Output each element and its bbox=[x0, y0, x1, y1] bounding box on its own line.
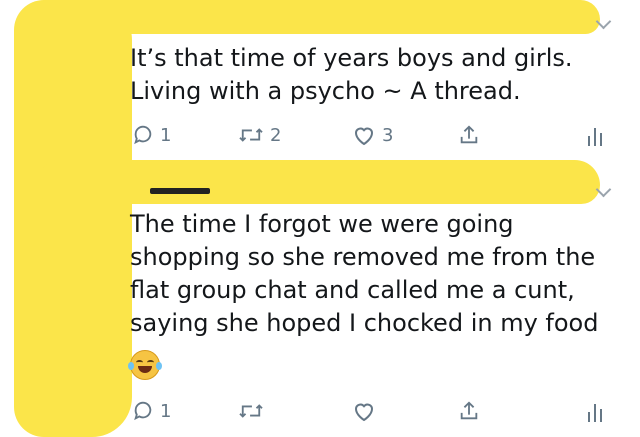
retweet-button[interactable]: 2 bbox=[238, 124, 281, 146]
analytics-button[interactable] bbox=[586, 400, 604, 424]
retweet-button[interactable] bbox=[238, 400, 270, 422]
reply-count: 1 bbox=[160, 400, 172, 422]
reply-icon bbox=[134, 401, 152, 421]
retweet-count: 2 bbox=[270, 124, 282, 146]
analytics-icon bbox=[588, 128, 602, 146]
like-button[interactable]: 3 bbox=[352, 124, 393, 146]
tweet-text: It’s that time of years boys and girls. … bbox=[130, 44, 573, 105]
analytics-button[interactable] bbox=[586, 124, 604, 148]
analytics-icon bbox=[588, 404, 602, 422]
heart-icon bbox=[354, 127, 374, 146]
redaction-mark-left bbox=[14, 0, 132, 437]
redacted-name-fragment bbox=[150, 188, 210, 194]
reply-count: 1 bbox=[160, 124, 172, 146]
reply-icon bbox=[134, 125, 152, 145]
redaction-mark-top bbox=[40, 0, 600, 34]
crying-laughing-emoji-icon bbox=[128, 350, 162, 380]
share-button[interactable] bbox=[458, 124, 480, 146]
tweet-actions: 1 2 3 bbox=[0, 124, 640, 154]
redaction-mark-middle bbox=[40, 160, 600, 204]
heart-icon bbox=[354, 403, 374, 422]
retweet-icon bbox=[239, 128, 263, 142]
tweet-actions: 1 bbox=[0, 400, 640, 430]
share-button[interactable] bbox=[458, 400, 480, 422]
like-button[interactable] bbox=[352, 400, 382, 422]
reply-button[interactable]: 1 bbox=[132, 124, 171, 146]
retweet-icon bbox=[239, 404, 263, 418]
reply-button[interactable]: 1 bbox=[132, 400, 171, 422]
share-icon bbox=[460, 401, 478, 420]
like-count: 3 bbox=[382, 124, 394, 146]
tweet-text: The time I forgot we were going shopping… bbox=[130, 210, 599, 337]
share-icon bbox=[460, 125, 478, 144]
